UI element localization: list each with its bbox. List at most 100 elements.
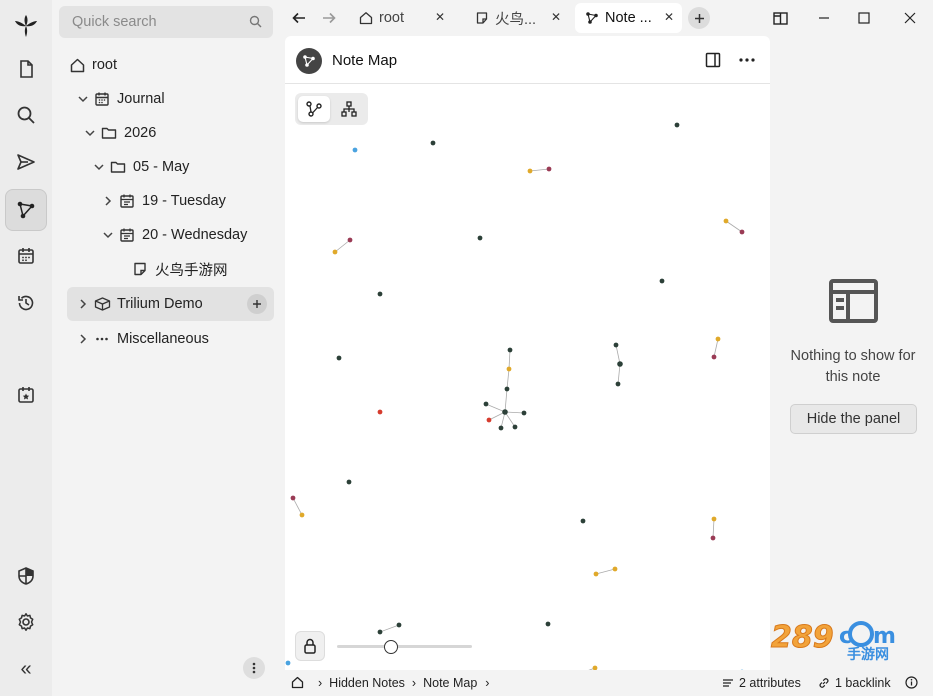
tree-item-day20[interactable]: 20 - Wednesday [99, 220, 247, 250]
graph-node[interactable] [486, 417, 492, 423]
calendar-icon[interactable] [5, 235, 47, 277]
back-button[interactable] [287, 6, 311, 30]
quick-search-input[interactable]: Quick search [59, 6, 273, 38]
new-tab-button[interactable] [688, 7, 710, 29]
minimize-button[interactable] [812, 6, 836, 30]
backlinks-status[interactable]: 1 backlink [818, 676, 891, 690]
hide-panel-button[interactable]: Hide the panel [790, 404, 917, 434]
breadcrumb-item[interactable]: Note Map [423, 676, 477, 690]
tab-note[interactable]: 火鸟... ✕ [469, 3, 569, 33]
link-map-button[interactable] [298, 96, 330, 122]
forward-button[interactable] [317, 6, 341, 30]
note-map-icon[interactable] [296, 48, 322, 74]
new-note-icon[interactable] [5, 48, 47, 90]
zoom-slider[interactable] [337, 645, 472, 648]
close-icon[interactable]: ✕ [551, 10, 561, 24]
today-note-icon[interactable] [5, 374, 47, 416]
graph-node[interactable] [285, 660, 291, 666]
graph-node[interactable] [352, 147, 358, 153]
tab-root[interactable]: root ✕ [353, 3, 453, 33]
graph-node[interactable] [377, 409, 383, 415]
collapse-sidebar-icon[interactable]: « [5, 648, 47, 690]
graph-node[interactable] [507, 347, 513, 353]
chevron-right-icon[interactable] [99, 195, 117, 207]
note-map-icon[interactable] [5, 189, 47, 231]
tree-item-misc[interactable]: Miscellaneous [74, 324, 209, 354]
graph-node[interactable] [674, 122, 680, 128]
close-icon[interactable]: ✕ [664, 10, 674, 24]
breadcrumb-item[interactable]: Hidden Notes [329, 676, 405, 690]
toggle-panel-button[interactable] [768, 6, 792, 30]
graph-node[interactable] [377, 629, 383, 635]
tree-item-day19[interactable]: 19 - Tuesday [99, 186, 226, 216]
tree-item-note[interactable]: 火鸟手游网 [130, 254, 228, 284]
graph-node[interactable] [506, 366, 512, 372]
tree-item-month[interactable]: 05 - May [90, 152, 189, 182]
tree-item-year[interactable]: 2026 [81, 118, 156, 148]
graph-node[interactable] [290, 495, 296, 501]
tree-settings-menu-button[interactable] [243, 657, 265, 679]
graph-node[interactable] [336, 355, 342, 361]
protected-session-icon[interactable] [5, 555, 47, 597]
zoom-slider-handle[interactable] [384, 640, 398, 654]
attributes-status[interactable]: 2 attributes [722, 676, 801, 690]
graph-node[interactable] [396, 622, 402, 628]
graph-node[interactable] [710, 535, 716, 541]
maximize-button[interactable] [852, 6, 876, 30]
note-title[interactable]: Note Map [332, 52, 397, 69]
graph-node[interactable] [430, 140, 436, 146]
graph-node[interactable] [545, 621, 551, 627]
graph-node[interactable] [711, 354, 717, 360]
tab-note-map[interactable]: Note ... ✕ [575, 3, 682, 33]
graph-node[interactable] [477, 235, 483, 241]
graph-node[interactable] [546, 166, 552, 172]
tree-item-journal[interactable]: Journal [74, 84, 165, 114]
note-map-graph[interactable] [285, 84, 770, 670]
graph-node[interactable] [502, 409, 508, 415]
chevron-down-icon[interactable] [90, 161, 108, 173]
graph-node[interactable] [332, 249, 338, 255]
graph-node[interactable] [711, 516, 717, 522]
chevron-down-icon[interactable] [81, 127, 99, 139]
graph-node[interactable] [504, 386, 510, 392]
more-options-button[interactable] [739, 58, 755, 62]
tree-map-button[interactable] [333, 96, 365, 122]
graph-node[interactable] [527, 168, 533, 174]
graph-node[interactable] [739, 229, 745, 235]
lock-layout-button[interactable] [295, 631, 325, 661]
graph-node[interactable] [659, 278, 665, 284]
graph-node[interactable] [299, 512, 305, 518]
split-view-button[interactable] [705, 52, 721, 68]
graph-node[interactable] [613, 342, 619, 348]
graph-node[interactable] [723, 218, 729, 224]
info-icon[interactable] [905, 676, 918, 689]
jump-to-note-icon[interactable] [5, 141, 47, 183]
graph-node[interactable] [377, 291, 383, 297]
tree-item-root[interactable]: root [67, 50, 117, 80]
chevron-right-icon[interactable] [74, 298, 92, 310]
close-icon[interactable]: ✕ [435, 10, 445, 24]
search-icon[interactable] [5, 94, 47, 136]
close-window-button[interactable] [898, 6, 922, 30]
graph-node[interactable] [483, 401, 489, 407]
graph-node[interactable] [715, 336, 721, 342]
chevron-down-icon[interactable] [74, 93, 92, 105]
graph-node[interactable] [347, 237, 353, 243]
settings-icon[interactable] [5, 601, 47, 643]
chevron-right-icon[interactable] [74, 333, 92, 345]
graph-node[interactable] [580, 518, 586, 524]
graph-node[interactable] [498, 425, 504, 431]
graph-node[interactable] [593, 571, 599, 577]
chevron-down-icon[interactable] [99, 229, 117, 241]
graph-node[interactable] [521, 410, 527, 416]
recent-changes-icon[interactable] [5, 282, 47, 324]
add-child-note-button[interactable] [247, 294, 267, 314]
tree-item-trilium-demo[interactable]: Trilium Demo [74, 289, 203, 319]
graph-node[interactable] [346, 479, 352, 485]
home-icon[interactable] [291, 676, 304, 689]
trilium-logo-icon[interactable] [5, 5, 47, 47]
graph-node[interactable] [615, 381, 621, 387]
graph-node[interactable] [512, 424, 518, 430]
graph-node[interactable] [612, 566, 618, 572]
graph-node[interactable] [617, 361, 623, 367]
